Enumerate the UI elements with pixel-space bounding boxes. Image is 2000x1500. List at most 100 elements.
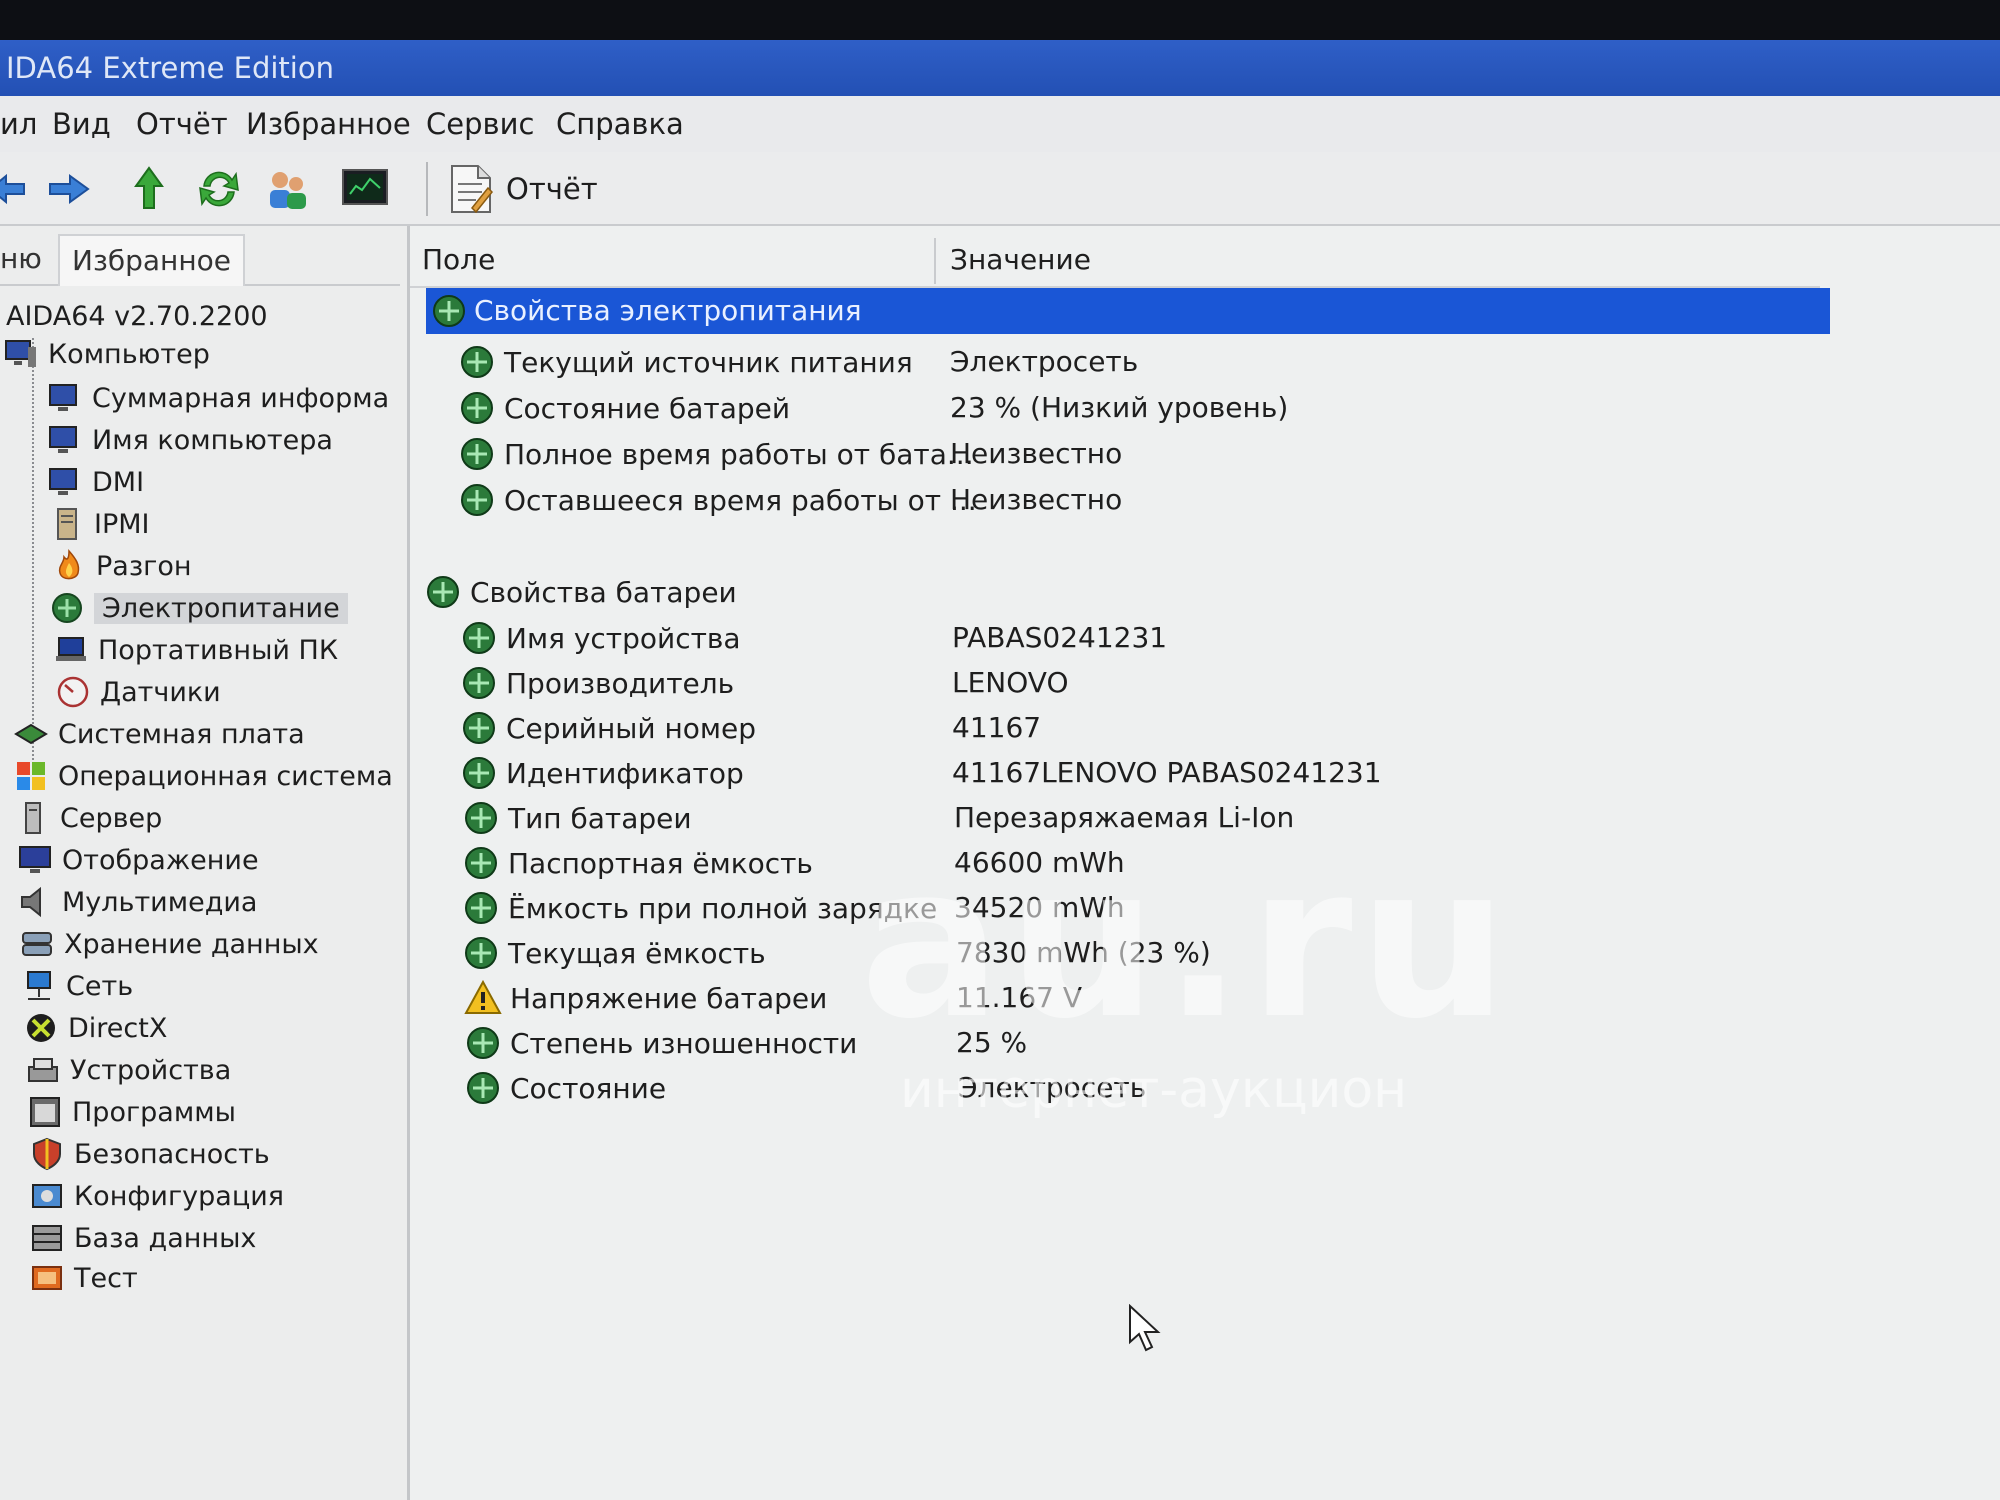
column-divider[interactable] <box>934 238 936 284</box>
battery-row-icon <box>465 937 497 969</box>
menu-help[interactable]: Справка <box>556 96 684 152</box>
tree-item-dmi[interactable]: DMI <box>48 462 144 502</box>
arrow-up-icon <box>134 166 164 209</box>
menu-report[interactable]: Отчёт <box>136 96 228 152</box>
group-header-battery-properties[interactable]: Свойства батареи <box>424 570 737 614</box>
programs-icon <box>30 1097 60 1127</box>
row-field: Текущий источник питания <box>504 345 913 379</box>
windows-logo-icon <box>17 762 45 790</box>
column-value[interactable]: Значение <box>950 234 1091 286</box>
devices-icon <box>28 1058 58 1082</box>
tree-item-sensors[interactable]: Датчики <box>56 672 221 712</box>
watermark-brand: au.ru <box>860 820 1515 1065</box>
column-field[interactable]: Поле <box>422 234 495 286</box>
warning-icon <box>464 979 502 1014</box>
watermark-tagline: интернет-аукцион <box>900 1060 1408 1120</box>
table-row[interactable]: Идентификатор <box>460 751 744 795</box>
tree-item-power[interactable]: Электропитание <box>50 588 348 628</box>
menu-favorites[interactable]: Избранное <box>246 96 411 152</box>
table-row[interactable]: Имя устройства <box>460 616 741 660</box>
tree-node-devices[interactable]: Устройства <box>26 1050 231 1090</box>
refresh-button[interactable] <box>194 164 244 214</box>
storage-icon <box>22 932 52 956</box>
navigation-panel: ню Избранное AIDA64 v2.70.2200 Компьютер… <box>0 226 410 1500</box>
tree-node-server[interactable]: Сервер <box>16 798 162 838</box>
tab-menu[interactable]: ню <box>0 234 42 284</box>
up-button[interactable] <box>124 164 174 214</box>
table-row[interactable]: Производитель <box>460 661 734 705</box>
table-row[interactable]: Оставшееся время работы от ... <box>458 478 977 522</box>
speaker-icon <box>21 886 41 918</box>
tree-node-motherboard[interactable]: Системная плата <box>14 714 305 754</box>
table-row[interactable]: Серийный номер <box>460 706 756 750</box>
row-value: Неизвестно <box>950 483 1123 516</box>
row-field: Напряжение батареи <box>510 981 828 1015</box>
tree-node-test[interactable]: Тест <box>30 1258 138 1298</box>
table-row[interactable]: Степень изношенности <box>464 1021 857 1065</box>
battery-row-icon <box>465 892 497 924</box>
tree-item-computer-name[interactable]: Имя компьютера <box>48 420 333 460</box>
table-row[interactable]: Тип батареи <box>462 796 692 840</box>
users-button[interactable] <box>262 164 312 214</box>
column-header: Поле Значение <box>410 234 1820 288</box>
tree-item-overclock[interactable]: Разгон <box>52 546 192 586</box>
power-row-icon <box>461 438 493 470</box>
row-value: Электросеть <box>950 345 1139 378</box>
tree-item-laptop[interactable]: Портативный ПК <box>54 630 338 670</box>
tree-guide-line <box>32 338 34 768</box>
row-field: Идентификатор <box>506 756 744 790</box>
table-row[interactable]: Паспортная ёмкость <box>462 841 813 885</box>
row-field: Полное время работы от бата... <box>504 437 974 471</box>
row-value: PABAS0241231 <box>952 621 1168 654</box>
tree-node-network[interactable]: Сеть <box>22 966 133 1006</box>
report-label: Отчёт <box>506 172 598 206</box>
directx-icon <box>27 1014 55 1042</box>
forward-button[interactable] <box>44 164 94 214</box>
battery-row-icon <box>463 622 495 654</box>
table-row[interactable]: Текущий источник питания <box>458 340 913 384</box>
monitor-button[interactable] <box>340 164 390 214</box>
mouse-cursor-icon <box>1129 1304 1161 1352</box>
tree-node-programs[interactable]: Программы <box>28 1092 236 1132</box>
tree-root[interactable]: AIDA64 v2.70.2200 <box>6 296 268 336</box>
tree-item-summary[interactable]: Суммарная информа <box>48 378 389 418</box>
server-icon <box>25 802 41 834</box>
tree-node-os[interactable]: Операционная система <box>14 756 393 796</box>
window-title: IDA64 Extreme Edition <box>6 51 334 85</box>
table-row[interactable]: Состояние батарей <box>458 386 790 430</box>
menu-file[interactable]: ил <box>0 96 37 152</box>
power-properties-icon <box>433 295 465 327</box>
row-field: Состояние батарей <box>504 391 791 425</box>
tree-node-security[interactable]: Безопасность <box>30 1134 270 1174</box>
tree-node-display[interactable]: Отображение <box>18 840 259 880</box>
table-row[interactable]: Текущая ёмкость <box>462 931 766 975</box>
menu-service[interactable]: Сервис <box>426 96 534 152</box>
tree-item-ipmi[interactable]: IPMI <box>50 504 150 544</box>
row-value: 41167 <box>952 711 1042 744</box>
tab-favorites[interactable]: Избранное <box>58 234 246 286</box>
computer-name-icon <box>49 426 77 453</box>
table-row[interactable]: Полное время работы от бата... <box>458 432 974 476</box>
row-field: Степень изношенности <box>510 1026 858 1060</box>
battery-row-icon <box>465 802 497 834</box>
tree-node-config[interactable]: Конфигурация <box>30 1176 284 1216</box>
battery-row-icon <box>463 667 495 699</box>
tree-node-storage[interactable]: Хранение данных <box>20 924 319 964</box>
nav-tabs: ню Избранное <box>0 234 400 286</box>
tree-node-database[interactable]: База данных <box>30 1218 256 1258</box>
power-row-icon <box>461 346 493 378</box>
back-button[interactable] <box>0 164 34 214</box>
table-row[interactable]: Состояние <box>464 1066 666 1110</box>
table-row[interactable]: Напряжение батареи <box>464 976 827 1020</box>
power-row-icon <box>461 392 493 424</box>
flame-icon <box>58 549 80 580</box>
tree-node-directx[interactable]: DirectX <box>24 1008 167 1048</box>
row-field: Оставшееся время работы от ... <box>504 483 977 517</box>
laptop-icon <box>56 637 86 661</box>
tree-node-multimedia[interactable]: Мультимедиа <box>18 882 257 922</box>
toolbar: Отчёт <box>0 152 2000 226</box>
menu-view[interactable]: Вид <box>52 96 111 152</box>
report-button[interactable]: Отчёт <box>448 160 598 218</box>
tree-node-computer[interactable]: Компьютер <box>4 334 210 374</box>
group-header-power-properties[interactable]: Свойства электропитания <box>426 288 1830 334</box>
